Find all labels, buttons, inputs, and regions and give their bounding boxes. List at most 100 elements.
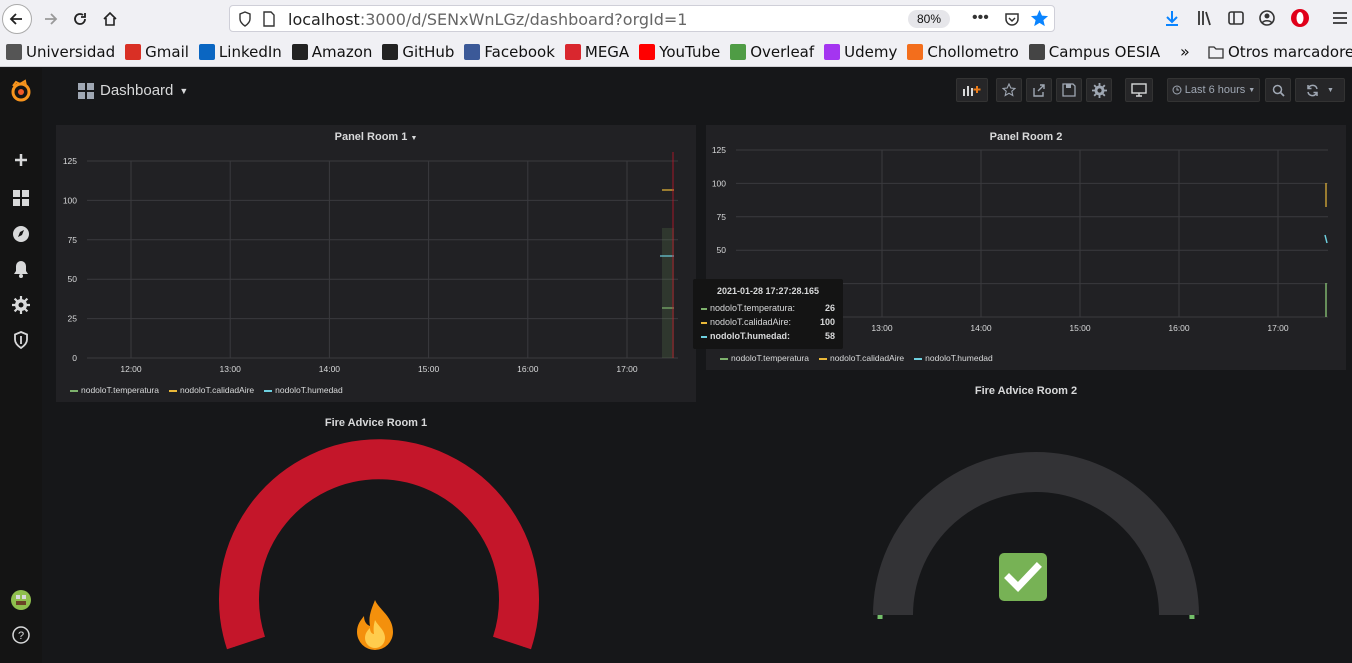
share-dashboard-button[interactable] [1026, 78, 1052, 102]
youtube-icon [639, 43, 656, 60]
bookmark-7[interactable]: YouTube [639, 43, 720, 61]
legend-calidadaire[interactable]: nodoloT.calidadAire [818, 353, 904, 363]
check-icon [999, 553, 1047, 601]
github-icon [382, 43, 399, 60]
arrow-right-icon [45, 12, 58, 25]
page-actions-icon[interactable]: ••• [972, 9, 989, 27]
reload-icon [74, 12, 86, 25]
dashboards-grid-icon[interactable] [0, 183, 42, 213]
share-icon [1033, 84, 1045, 97]
home-button[interactable] [95, 4, 125, 34]
flame-icon [907, 43, 924, 60]
y-tick-label: 100 [712, 178, 726, 188]
room1-graph: 125 100 75 50 25 0 12:00 13:00 14:00 15:00 16:00 17… [63, 152, 678, 374]
bookmark-4[interactable]: GitHub [382, 43, 454, 61]
bookmark-label: Universidad [26, 42, 116, 61]
user-avatar[interactable] [0, 585, 42, 615]
pocket-icon[interactable] [1003, 10, 1021, 28]
save-dashboard-button[interactable] [1056, 78, 1082, 102]
refresh-button[interactable]: ▼ [1295, 78, 1345, 102]
bookmark-8[interactable]: Overleaf [730, 43, 814, 61]
zoom-out-button[interactable] [1265, 78, 1291, 102]
zoom-indicator[interactable]: 80% [908, 10, 950, 28]
bookmark-2[interactable]: LinkedIn [198, 43, 282, 61]
dashboard-picker[interactable]: Dashboard ▼ [78, 82, 188, 99]
chevron-double-right-icon[interactable]: » [1180, 42, 1190, 61]
bookmark-star-icon[interactable] [1030, 9, 1049, 28]
grafana-main: Dashboard ▼ Last 6 hours ▼ ▼ Panel Room … [42, 68, 1352, 663]
bookmarks-list: Universidad Gmail LinkedIn Amazon GitHub Face… [0, 43, 1160, 61]
caret-down-icon: ▼ [1327, 86, 1334, 94]
legend-humedad[interactable]: nodoloT.humedad [264, 385, 343, 395]
bookmark-11[interactable]: Campus OESIA [1028, 42, 1161, 61]
download-icon[interactable] [1163, 9, 1181, 27]
bookmark-label: YouTube [659, 42, 721, 61]
caret-down-icon: ▼ [1248, 86, 1256, 94]
folder-icon [1208, 46, 1224, 59]
other-bookmarks[interactable]: Otros marcadores [1208, 43, 1352, 61]
reload-button[interactable] [65, 4, 95, 34]
bookmark-label: Gmail [145, 42, 189, 61]
bookmark-5[interactable]: Facebook [464, 42, 555, 61]
bookmark-9[interactable]: Udemy [824, 43, 897, 61]
udemy-icon [824, 43, 841, 60]
opera-extension-icon[interactable] [1290, 8, 1310, 28]
sync-icon [1307, 84, 1318, 96]
forward-button[interactable] [35, 4, 65, 34]
monitor-icon [1131, 83, 1147, 97]
add-panel-button[interactable] [956, 78, 988, 102]
view-mode-button[interactable] [1125, 78, 1153, 102]
account-icon[interactable] [1258, 9, 1276, 27]
x-tick-label: 14:00 [970, 323, 992, 333]
configuration-gear-icon[interactable] [0, 290, 42, 320]
server-admin-shield-icon[interactable] [0, 325, 42, 355]
alerting-bell-icon[interactable] [0, 254, 42, 284]
y-tick-label: 50 [717, 245, 727, 255]
tooltip-time: 2021-01-28 17:27:28.165 [716, 286, 820, 296]
globe-icon [1028, 43, 1045, 60]
grafana-logo-icon[interactable] [0, 76, 42, 106]
url-path: :3000/d/SENxWnLGz/dashboard?orgId=1 [359, 10, 688, 29]
clock-icon [1172, 85, 1182, 95]
url-host: localhost [288, 10, 360, 29]
bookmark-label: Campus OESIA [1048, 42, 1161, 61]
legend-calidadaire[interactable]: nodoloT.calidadAire [168, 385, 254, 395]
bookmark-6[interactable]: MEGA [564, 43, 629, 61]
y-tick-label: 125 [712, 145, 726, 155]
bookmark-10[interactable]: Chollometro [907, 43, 1019, 61]
x-tick-label: 17:00 [616, 364, 638, 374]
legend-humedad[interactable]: nodoloT.humedad [914, 353, 993, 363]
x-tick-label: 14:00 [319, 364, 341, 374]
legend-temperatura[interactable]: nodoloT.temperatura [70, 385, 159, 395]
help-icon[interactable]: ? [0, 620, 42, 650]
star-dashboard-button[interactable] [996, 78, 1022, 102]
bookmark-3[interactable]: Amazon [291, 43, 372, 61]
tooltip-row-temperatura: nodoloT.temperatura: 26 [701, 303, 835, 313]
library-icon[interactable] [1196, 9, 1214, 27]
back-button[interactable] [2, 3, 32, 34]
bookmark-1[interactable]: Gmail [125, 43, 189, 61]
sidebar-icon[interactable] [1227, 9, 1245, 27]
x-tick-label: 15:00 [418, 364, 440, 374]
tooltip-row-calidadaire: nodoloT.calidadAire: 100 [701, 317, 835, 327]
time-range-picker[interactable]: Last 6 hours ▼ [1167, 78, 1260, 102]
plus-icon[interactable] [0, 145, 42, 175]
explore-compass-icon[interactable] [0, 219, 42, 249]
y-tick-label: 100 [63, 195, 77, 205]
panel-room-1: Panel Room 1 ▼ 125 100 75 50 25 0 12:00 13:00 14… [56, 125, 696, 402]
room1-legend: nodoloT.temperatura nodoloT.calidadAire … [70, 385, 343, 395]
bookmark-label: Facebook [484, 42, 555, 61]
bookmark-0[interactable]: Universidad [6, 43, 115, 61]
arrow-left-icon [9, 12, 22, 25]
legend-temperatura[interactable]: nodoloT.temperatura [720, 353, 809, 363]
fire-icon [357, 600, 393, 650]
other-bookmarks-label: Otros marcadores [1228, 43, 1352, 61]
star-icon [1002, 83, 1016, 97]
url-bar[interactable]: localhost:3000/d/SENxWnLGz/dashboard?org… [229, 5, 1055, 32]
page-icon [263, 11, 275, 27]
x-tick-label: 17:00 [1267, 323, 1289, 333]
dashboard-settings-button[interactable] [1086, 78, 1112, 102]
search-minus-icon [1272, 84, 1285, 97]
hamburger-menu-icon[interactable] [1331, 9, 1349, 27]
svg-text:?: ? [18, 630, 24, 642]
